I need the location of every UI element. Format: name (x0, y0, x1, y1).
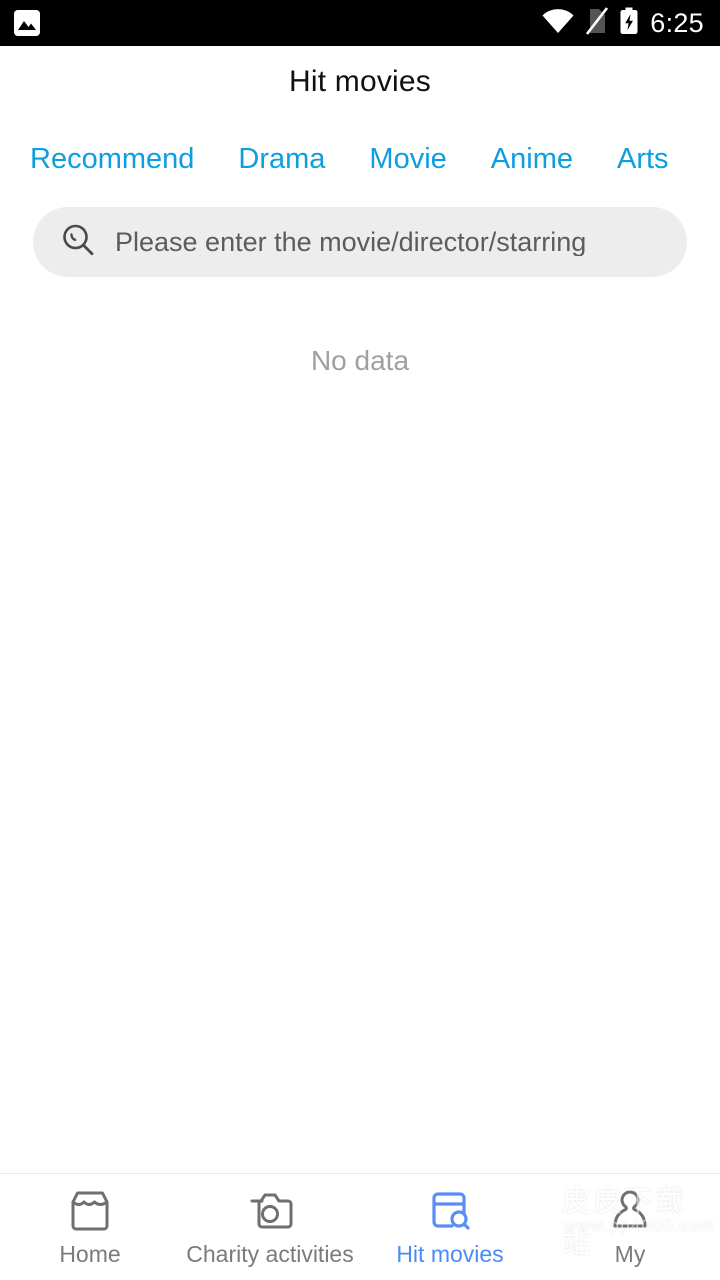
search-section: Please enter the movie/director/starring (0, 200, 720, 277)
camera-icon (246, 1188, 294, 1234)
photo-icon (14, 10, 40, 36)
status-bar-clock: 6:25 (650, 7, 704, 38)
page-title: Hit movies (288, 65, 432, 98)
nav-item-home[interactable]: Home (0, 1174, 180, 1280)
person-icon (606, 1188, 654, 1234)
search-placeholder: Please enter the movie/director/starring (115, 228, 587, 256)
wifi-icon (541, 8, 575, 39)
battery-charging-icon (619, 7, 639, 40)
nav-item-hit-movies[interactable]: Hit movies (360, 1174, 540, 1280)
no-sim-card-icon (586, 6, 609, 40)
search-icon (59, 221, 97, 264)
nav-label-home: Home (59, 1241, 121, 1267)
tab-arts[interactable]: Arts (617, 144, 669, 174)
empty-state-message: No data (310, 345, 410, 376)
tab-movie[interactable]: Movie (369, 144, 446, 174)
status-bar-right: 6:25 (541, 6, 704, 40)
tab-recommend[interactable]: Recommend (30, 144, 194, 174)
window-search-icon (426, 1188, 474, 1234)
category-tab-strip[interactable]: Recommend Drama Movie Anime Arts (0, 118, 720, 200)
status-bar: 6:25 (0, 0, 720, 46)
nav-item-my[interactable]: My (540, 1174, 720, 1280)
nav-label-charity-activities: Charity activities (186, 1241, 354, 1267)
nav-label-hit-movies: Hit movies (396, 1241, 504, 1267)
tab-anime[interactable]: Anime (491, 144, 573, 174)
content-area: No data (0, 277, 720, 1173)
search-input[interactable]: Please enter the movie/director/starring (33, 207, 687, 277)
nav-item-charity-activities[interactable]: Charity activities (180, 1174, 360, 1280)
bottom-navigation-bar: Home Charity activities Hit movies My (0, 1173, 720, 1280)
nav-label-my: My (614, 1241, 646, 1267)
app-root: 6:25 Hit movies Recommend Drama Movie An… (0, 0, 720, 1280)
tab-drama[interactable]: Drama (238, 144, 325, 174)
title-bar: Hit movies (0, 46, 720, 118)
store-icon (66, 1188, 114, 1234)
status-bar-left (14, 10, 40, 36)
